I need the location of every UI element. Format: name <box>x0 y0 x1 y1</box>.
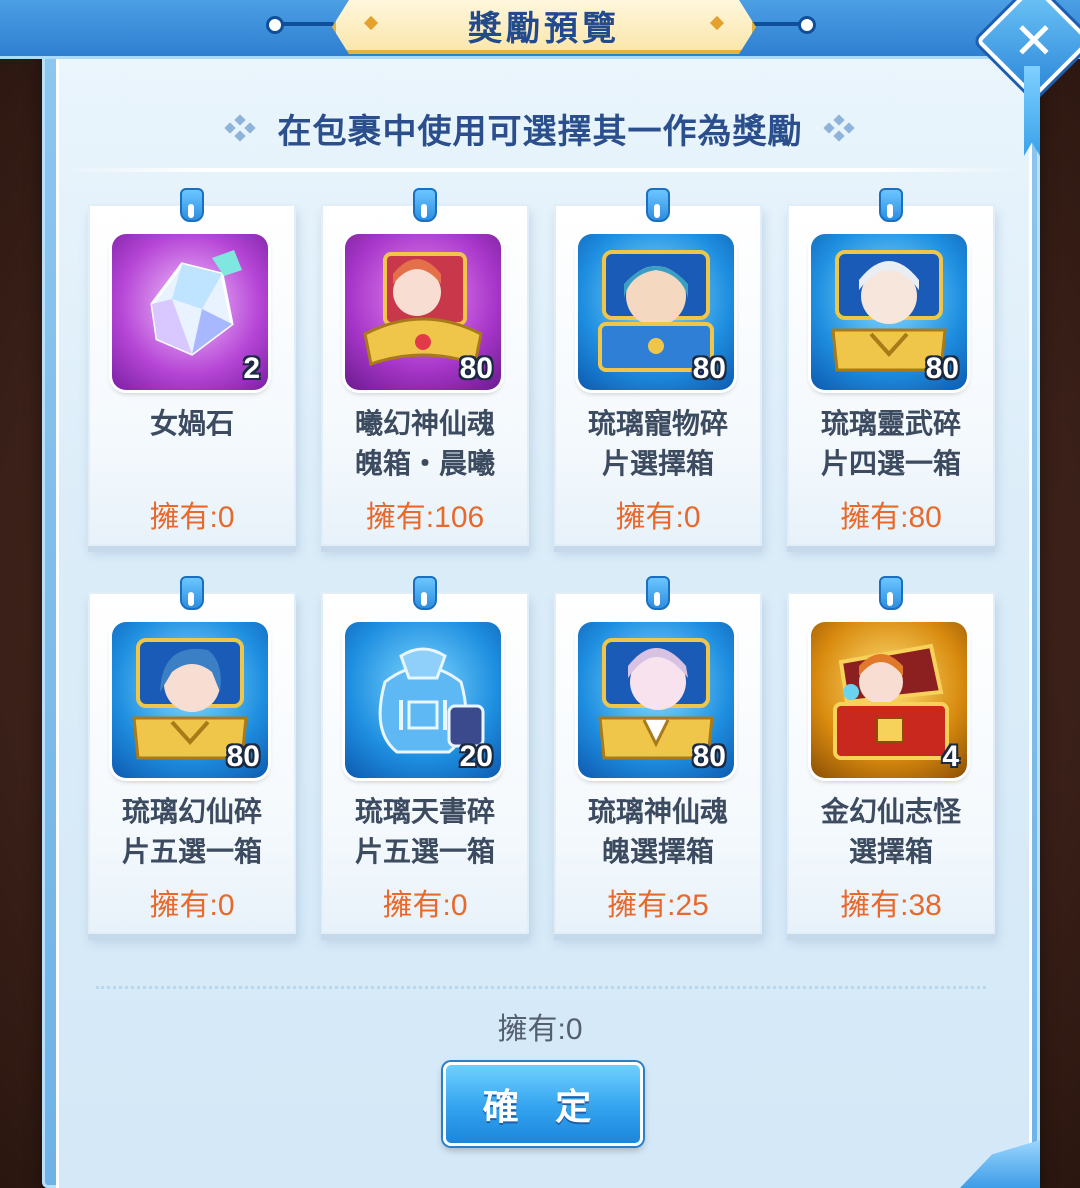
dialog-subtitle: 在包裹中使用可選擇其一作為獎勵 <box>277 111 803 152</box>
item-owned: 擁有:0 <box>382 889 468 922</box>
pin-icon <box>413 188 437 222</box>
confirm-button[interactable]: 確 定 <box>443 1062 643 1146</box>
item-count: 20 <box>459 740 493 773</box>
item-name: 琉璃神仙魂 魄選擇箱 <box>587 795 728 868</box>
item-owned: 擁有:106 <box>365 501 485 534</box>
blue-chest-portrait-icon: 80 <box>811 234 967 390</box>
item-owned: 擁有:0 <box>615 501 701 534</box>
item-owned: 擁有:0 <box>149 501 235 534</box>
title-plaque: 獎勵預覽 <box>332 0 756 54</box>
pin-icon <box>180 576 204 610</box>
item-name: 曦幻神仙魂 魄箱・晨曦 <box>354 407 495 480</box>
item-owned: 擁有:0 <box>149 889 235 922</box>
diamond-ornament-icon <box>223 114 256 142</box>
title-gem-icon <box>709 15 725 31</box>
reward-card[interactable]: 80 琉璃幻仙碎 片五選一箱 擁有:0 <box>88 576 296 934</box>
dialog-title: 獎勵預覽 <box>468 8 620 49</box>
item-count: 80 <box>692 352 726 385</box>
item-name: 金幻仙志怪 選擇箱 <box>820 795 961 868</box>
pin-icon <box>180 188 204 222</box>
reward-card[interactable]: 80 曦幻神仙魂 魄箱・晨曦 擁有:106 <box>321 188 529 546</box>
pin-icon <box>646 188 670 222</box>
blue-chest-portrait-icon: 80 <box>112 622 268 778</box>
header-deco-dot <box>266 16 284 34</box>
reward-card[interactable]: 80 琉璃神仙魂 魄選擇箱 擁有:25 <box>554 576 762 934</box>
header-deco-dot <box>798 16 816 34</box>
blue-chest-pet-icon: 80 <box>578 234 734 390</box>
item-name: 琉璃寵物碎 片選擇箱 <box>587 407 728 480</box>
reward-card[interactable]: 2 女媧石 擁有:0 <box>88 188 296 546</box>
subtitle-divider <box>62 168 1020 172</box>
blue-chest-portrait-icon: 80 <box>578 622 734 778</box>
item-count: 4 <box>942 740 959 773</box>
pin-icon <box>879 576 903 610</box>
crystal-icon: 2 <box>112 234 268 390</box>
footer-divider <box>96 986 986 989</box>
package-owned-count: 擁有:0 <box>497 1013 583 1046</box>
item-owned: 擁有:25 <box>607 889 709 922</box>
item-name: 女媧石 <box>149 407 234 440</box>
item-name: 琉璃天書碎 片五選一箱 <box>354 795 495 868</box>
confirm-button-label: 確 定 <box>482 1087 604 1128</box>
blue-pouch-icon: 20 <box>345 622 501 778</box>
ribbon-decoration <box>1024 66 1040 156</box>
reward-card[interactable]: 4 金幻仙志怪 選擇箱 擁有:38 <box>787 576 995 934</box>
item-count: 80 <box>226 740 260 773</box>
item-owned: 擁有:38 <box>840 889 942 922</box>
reward-card[interactable]: 80 琉璃靈武碎 片四選一箱 擁有:80 <box>787 188 995 546</box>
reward-card[interactable]: 80 琉璃寵物碎 片選擇箱 擁有:0 <box>554 188 762 546</box>
title-gem-icon <box>363 15 379 31</box>
pin-icon <box>879 188 903 222</box>
pin-icon <box>646 576 670 610</box>
diamond-ornament-icon <box>822 114 855 142</box>
item-count: 80 <box>925 352 959 385</box>
subtitle-row: 在包裹中使用可選擇其一作為獎勵 <box>60 98 1020 158</box>
item-name: 琉璃幻仙碎 片五選一箱 <box>121 795 262 868</box>
item-owned: 擁有:80 <box>840 501 942 534</box>
item-count: 80 <box>459 352 493 385</box>
gold-chest-portrait-icon: 80 <box>345 234 501 390</box>
gold-chest-icon: 4 <box>811 622 967 778</box>
item-name: 琉璃靈武碎 片四選一箱 <box>820 407 961 480</box>
pin-icon <box>413 576 437 610</box>
item-count: 80 <box>692 740 726 773</box>
item-count: 2 <box>243 352 260 385</box>
reward-card[interactable]: 20 琉璃天書碎 片五選一箱 擁有:0 <box>321 576 529 934</box>
